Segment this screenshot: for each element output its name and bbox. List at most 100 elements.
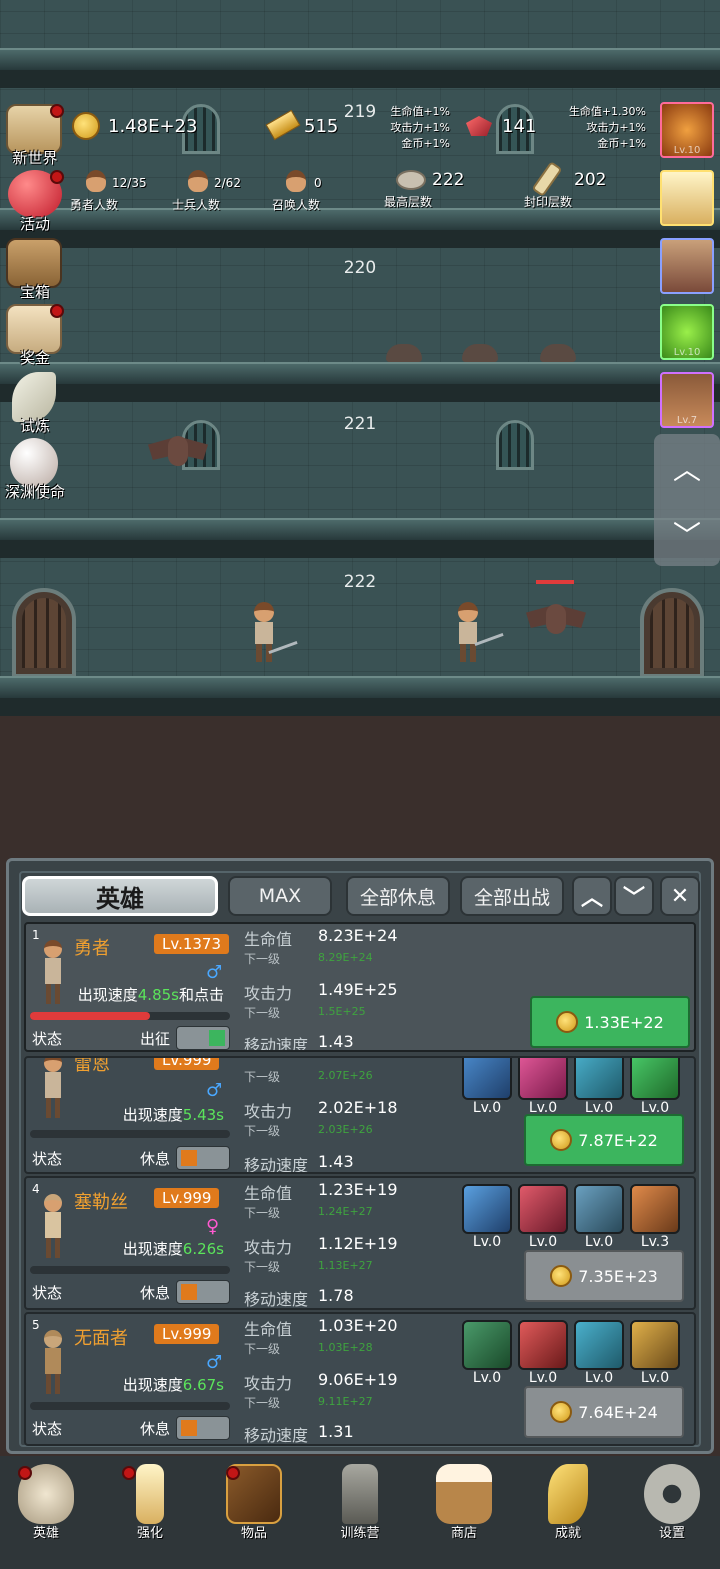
gold-bonus-line: 金币+1% xyxy=(401,137,450,150)
equip-level: Lv.0 xyxy=(472,1370,502,1386)
status-label: 状态 xyxy=(32,1420,63,1438)
menu-label: 试炼 xyxy=(19,417,50,435)
atk-label: 攻击力 xyxy=(244,984,293,1003)
hero-portrait xyxy=(38,1058,68,1120)
chevron-up-icon[interactable]: ︿ xyxy=(572,876,612,916)
tower-door xyxy=(640,588,704,678)
atk-next-value: 9.11E+27 xyxy=(318,1395,373,1408)
floor-ledge xyxy=(0,676,720,698)
monster-equip-icon[interactable] xyxy=(518,1184,568,1234)
deploy-toggle[interactable] xyxy=(176,1416,230,1440)
deploy-toggle[interactable] xyxy=(176,1026,230,1050)
floor-number: 221 xyxy=(343,414,377,434)
upgrade-button[interactable]: 1.33E+22 xyxy=(530,996,690,1048)
hero-slot[interactable]: Lv.7 xyxy=(660,372,714,428)
hero-hp-bar xyxy=(30,1402,230,1410)
appear-prefix: 出现速度 xyxy=(77,986,138,1004)
appear-suffix: 和点击 xyxy=(178,986,224,1004)
sword-equip-icon[interactable] xyxy=(518,1320,568,1370)
menu-bonus[interactable]: 奖金 xyxy=(2,304,68,367)
rest-all-button[interactable]: 全部休息 xyxy=(346,876,450,916)
floor-divider xyxy=(0,70,720,88)
fruit-slot[interactable]: Lv.10 xyxy=(660,102,714,158)
atk-label: 攻击力 xyxy=(244,1102,293,1121)
helmet-equip-icon[interactable] xyxy=(630,1320,680,1370)
notification-dot xyxy=(50,104,64,118)
chest-slot[interactable] xyxy=(660,238,714,294)
nav-heroes[interactable]: 英雄 xyxy=(6,1458,86,1548)
hero-card[interactable]: 雷恩 Lv.999 ♂ 出现速度5.43s 状态 休息 下一级 2.07E+26… xyxy=(24,1056,696,1174)
max-button[interactable]: MAX xyxy=(228,876,332,916)
upgrade-button[interactable]: 7.64E+24 xyxy=(524,1386,684,1438)
scroll-down-button[interactable]: ﹀ xyxy=(654,504,720,564)
hero-level: Lv.999 xyxy=(154,1188,220,1208)
sword-equip-icon[interactable] xyxy=(462,1058,512,1100)
status-value: 休息 xyxy=(140,1150,171,1168)
slain-enemy xyxy=(386,344,422,362)
close-icon[interactable]: ✕ xyxy=(660,876,700,916)
next-level-label: 下一级 xyxy=(244,1342,281,1356)
hero-card[interactable]: 1 勇者 Lv.1373 ♂ 出现速度4.85s和点击 状态 出征 生命值 8.… xyxy=(24,922,696,1052)
gem-bonus: 生命值+1.30% 攻击力+1% 金币+1% xyxy=(560,104,646,152)
coin-icon xyxy=(550,1129,573,1151)
floor-divider xyxy=(0,384,720,402)
boots-equip-icon[interactable] xyxy=(574,1058,624,1100)
dragon-equip-icon[interactable] xyxy=(630,1058,680,1100)
armor-equip-icon[interactable] xyxy=(574,1184,624,1234)
scroll-up-button[interactable]: ︿ xyxy=(654,438,720,498)
atk-next-value: 1.13E+27 xyxy=(318,1259,373,1272)
nav-training[interactable]: 训练营 xyxy=(320,1458,400,1548)
hp-value: 8.23E+24 xyxy=(318,926,398,945)
equip-level: Lv.0 xyxy=(472,1100,502,1116)
status-value: 休息 xyxy=(140,1284,171,1302)
chevron-down-icon[interactable]: ﹀ xyxy=(614,876,654,916)
menu-new-world[interactable]: 新世界 xyxy=(2,104,68,167)
menu-chest[interactable]: 宝箱 xyxy=(2,238,68,301)
nav-shop[interactable]: 商店 xyxy=(424,1458,504,1548)
claw-equip-icon[interactable] xyxy=(518,1058,568,1100)
coin-amount: 1.48E+23 xyxy=(108,116,198,137)
upgrade-button[interactable]: 7.87E+22 xyxy=(524,1114,684,1166)
sealed-floor-label: 封印层数 xyxy=(524,195,573,209)
pendulum-equip-icon[interactable] xyxy=(630,1184,680,1234)
appear-speed: 出现速度4.85s和点击 xyxy=(78,984,224,1005)
menu-event[interactable]: 活动 xyxy=(2,170,68,233)
hp-value: 1.03E+20 xyxy=(318,1316,398,1335)
hero-sprite xyxy=(456,602,480,662)
shield-equip-icon[interactable] xyxy=(462,1184,512,1234)
hero-card[interactable]: 4 塞勒丝 Lv.999 ♀ 出现速度6.26s 状态 休息 生命值 1.23E… xyxy=(24,1176,696,1310)
equip-level: Lv.0 xyxy=(528,1370,558,1386)
sealed-floor: 202 xyxy=(574,170,607,190)
appear-speed-value: 6.26s xyxy=(182,1240,224,1258)
equip-level: Lv.0 xyxy=(472,1234,502,1250)
nav-enhance[interactable]: 强化 xyxy=(110,1458,190,1548)
bat-enemy xyxy=(148,432,208,472)
deploy-all-button[interactable]: 全部出战 xyxy=(460,876,564,916)
tab-heroes[interactable]: 英雄 xyxy=(22,876,218,916)
candle-slot[interactable] xyxy=(660,170,714,226)
nav-achievements[interactable]: 成就 xyxy=(528,1458,608,1548)
nav-label: 商店 xyxy=(450,1526,477,1541)
slime-slot[interactable]: Lv.10 xyxy=(660,304,714,360)
hero-card[interactable]: 5 无面者 Lv.999 ♂ 出现速度6.67s 状态 休息 生命值 1.03E… xyxy=(24,1312,696,1446)
shield-equip-icon[interactable] xyxy=(462,1320,512,1370)
slot-level: Lv.10 xyxy=(673,347,701,358)
deploy-toggle[interactable] xyxy=(176,1280,230,1304)
appear-speed-value: 6.67s xyxy=(182,1376,224,1394)
gem-bonus-line: 生命值+1.30% xyxy=(568,105,646,118)
nav-label: 成就 xyxy=(554,1526,581,1541)
menu-abyss-mission[interactable]: 深渊使命 xyxy=(2,438,68,501)
tower-door xyxy=(12,588,76,678)
max-floor-label: 最高层数 xyxy=(384,195,433,209)
nav-settings[interactable]: 设置 xyxy=(632,1458,712,1548)
move-speed-value: 1.43 xyxy=(318,1032,354,1051)
boots-equip-icon[interactable] xyxy=(574,1320,624,1370)
gear-icon xyxy=(644,1464,700,1524)
soldier-count-icon xyxy=(188,170,208,192)
menu-trial[interactable]: 试炼 xyxy=(2,372,68,435)
nav-items[interactable]: 物品 xyxy=(214,1458,294,1548)
deploy-toggle[interactable] xyxy=(176,1146,230,1170)
upgrade-button[interactable]: 7.35E+23 xyxy=(524,1250,684,1302)
nav-label: 训练营 xyxy=(340,1526,380,1541)
floor-number: 222 xyxy=(343,572,377,592)
